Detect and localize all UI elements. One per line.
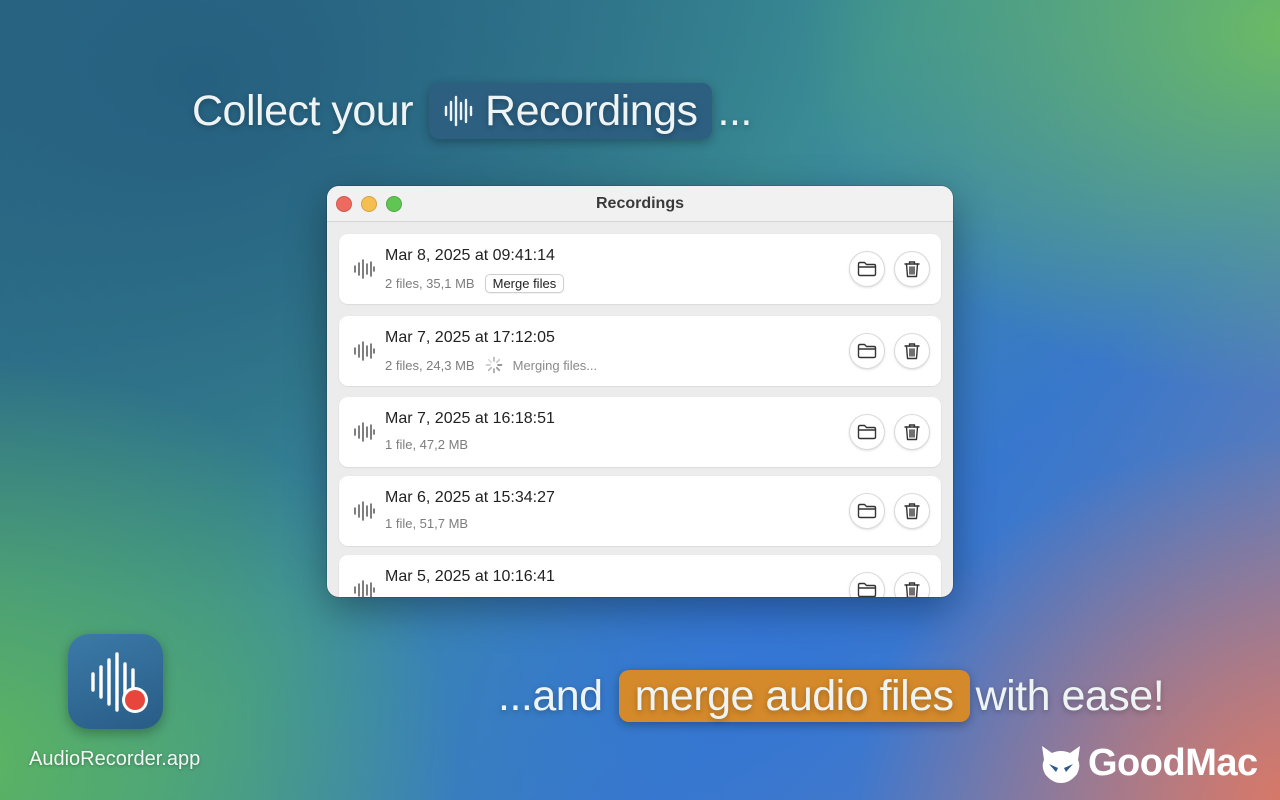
merge-pill-label: merge audio files [634, 671, 954, 720]
delete-button[interactable] [894, 493, 930, 529]
open-folder-button[interactable] [849, 333, 885, 369]
trash-icon [904, 343, 920, 360]
waveform-icon [91, 652, 148, 713]
trash-icon [904, 261, 920, 278]
trash-icon [904, 582, 920, 597]
delete-button[interactable] [894, 572, 930, 597]
open-folder-button[interactable] [849, 493, 885, 529]
headline-suffix: ... [717, 86, 753, 135]
waveform-icon [354, 422, 375, 442]
goodmac-logo-icon [1042, 745, 1080, 783]
recording-date: Mar 8, 2025 at 09:41:14 [385, 247, 555, 264]
folder-icon [857, 424, 877, 440]
recording-size: 2 files, 35,1 MB [385, 276, 475, 291]
goodmac-brand: GoodMac [1040, 742, 1258, 785]
folder-icon [857, 503, 877, 519]
recordings-pill-label: Recordings [485, 86, 698, 135]
merging-status-label: Merging files... [512, 357, 598, 373]
recording-row[interactable]: Mar 7, 2025 at 17:12:05 2 files, 24,3 MB [339, 316, 941, 386]
recording-row[interactable]: Mar 5, 2025 at 10:16:41 [339, 555, 941, 597]
recording-date: Mar 7, 2025 at 16:18:51 [385, 410, 555, 427]
app-name-label: AudioRecorder.app [29, 748, 201, 770]
recordings-pill: Recordings [429, 83, 712, 139]
close-button[interactable] [336, 196, 352, 212]
headline-top: Collect your Recordings ... [192, 83, 752, 139]
window-titlebar: Recordings [327, 186, 953, 222]
window-title: Recordings [595, 194, 684, 212]
delete-button[interactable] [894, 414, 930, 450]
brand-name: GoodMac [1088, 742, 1258, 784]
recording-size: 1 file, 51,7 MB [385, 516, 469, 531]
waveform-icon [444, 95, 473, 127]
recording-size: 2 files, 24,3 MB [385, 357, 475, 373]
headline-bottom: ...and merge audio files with ease! [498, 670, 1165, 722]
open-folder-button[interactable] [849, 414, 885, 450]
recording-date: Mar 7, 2025 at 17:12:05 [385, 329, 555, 346]
headline-bottom-suffix: with ease! [975, 671, 1165, 720]
open-folder-button[interactable] [849, 251, 885, 287]
recording-row[interactable]: Mar 7, 2025 at 16:18:51 1 file, 47,2 MB [339, 397, 941, 467]
waveform-icon [354, 580, 375, 597]
app-icon [68, 634, 163, 729]
headline-bottom-prefix: ...and [498, 671, 603, 720]
recording-date: Mar 5, 2025 at 10:16:41 [385, 568, 555, 585]
zoom-button[interactable] [386, 196, 402, 212]
folder-icon [857, 582, 877, 597]
recordings-window: Recordings Mar 8, 2025 at 09:41:14 2 fil… [327, 186, 953, 597]
recording-row[interactable]: Mar 6, 2025 at 15:34:27 1 file, 51,7 MB [339, 476, 941, 546]
recording-meta: 2 files, 24,3 MB Merging files... [385, 356, 597, 374]
merge-pill: merge audio files [618, 670, 970, 722]
merging-status: Merging files... [485, 356, 598, 374]
merge-files-button[interactable]: Merge files [484, 274, 565, 293]
delete-button[interactable] [894, 333, 930, 369]
trash-icon [904, 503, 920, 520]
recording-meta: 1 file, 47,2 MB [385, 437, 468, 452]
trash-icon [904, 424, 920, 441]
folder-icon [857, 343, 877, 359]
spinner-icon [485, 356, 503, 374]
delete-button[interactable] [894, 251, 930, 287]
minimize-button[interactable] [361, 196, 377, 212]
recording-meta: 1 file, 51,7 MB [385, 516, 468, 531]
recording-meta: 2 files, 35,1 MB Merge files [385, 274, 565, 293]
waveform-icon [354, 501, 375, 521]
folder-icon [857, 261, 877, 277]
headline-prefix: Collect your [192, 86, 414, 135]
traffic-lights [336, 196, 402, 212]
open-folder-button[interactable] [849, 572, 885, 597]
recording-date: Mar 6, 2025 at 15:34:27 [385, 489, 555, 506]
waveform-icon [354, 259, 375, 279]
recording-size: 1 file, 47,2 MB [385, 437, 469, 452]
recording-row[interactable]: Mar 8, 2025 at 09:41:14 2 files, 35,1 MB… [339, 234, 941, 304]
waveform-icon [354, 341, 375, 361]
